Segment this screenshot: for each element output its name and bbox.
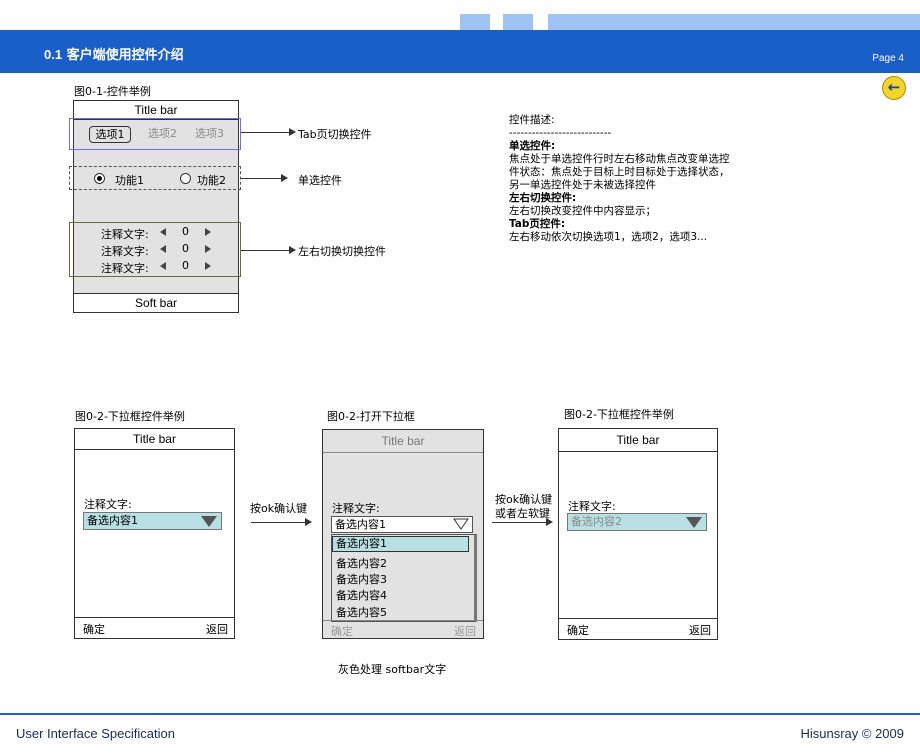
radio-dot: [97, 176, 102, 181]
arrowhead: [281, 174, 288, 182]
dropdown[interactable]: 备选内容2: [567, 513, 707, 531]
tab-heading: Tab页控件:: [509, 218, 566, 230]
phone-mockup: Title bar 注释文字: 备选内容1 确定 返回: [74, 428, 235, 639]
softkey-divider: [75, 617, 234, 618]
dropdown-option-selected[interactable]: 备选内容1: [332, 536, 469, 552]
left-arrow-icon[interactable]: [160, 262, 166, 270]
switch-heading: 左右切换控件:: [509, 192, 577, 204]
dropdown-arrow-icon[interactable]: [201, 516, 217, 527]
softkey-divider: [559, 618, 717, 619]
right-arrow-icon[interactable]: [205, 228, 211, 236]
dropdown-option[interactable]: 备选内容3: [336, 571, 387, 587]
dropdown-value: 备选内容1: [87, 514, 138, 527]
dropdown[interactable]: 备选内容1: [83, 512, 222, 530]
dropdown-option[interactable]: 备选内容4: [336, 587, 387, 603]
softkey-ok[interactable]: 确定: [331, 623, 353, 639]
figure-caption: 图0-2-下拉框控件举例: [564, 408, 674, 421]
softkey-back[interactable]: 返回: [454, 623, 476, 639]
section-number: 0.1: [44, 47, 63, 62]
switch-value: 0: [182, 259, 189, 272]
footer-right: Hisunsray © 2009: [800, 726, 904, 741]
figure-caption: 图0-2-下拉框控件举例: [75, 410, 185, 423]
phone-mockup: Title bar 注释文字: 备选内容2 确定 返回: [558, 428, 718, 640]
arrow-line: [241, 132, 291, 133]
section-title: 客户端使用控件介绍: [66, 48, 184, 63]
switch-value: 0: [182, 225, 189, 238]
title-bar: Title bar: [559, 429, 717, 452]
arrowhead: [289, 246, 296, 254]
title-bar: Title bar: [323, 430, 483, 453]
radio-label-1: 功能1: [115, 174, 144, 187]
description-divider: ---------------------------: [509, 127, 612, 139]
back-arrow-icon[interactable]: ←: [882, 76, 906, 100]
arrow-line: [492, 522, 547, 523]
arrow-line: [251, 522, 306, 523]
arrow-label: 按ok确认键: [250, 502, 308, 515]
dropdown-option[interactable]: 备选内容2: [336, 555, 387, 571]
left-arrow-icon[interactable]: [160, 228, 166, 236]
figure-caption: 图0-2-打开下拉框: [327, 410, 415, 423]
arrowhead: [546, 518, 553, 526]
softkey-ok[interactable]: 确定: [567, 622, 589, 638]
dropdown-value: 备选内容1: [335, 518, 386, 531]
soft-bar: Soft bar: [74, 293, 238, 312]
field-label: 注释文字:: [568, 500, 616, 513]
softkey-divider: [323, 620, 483, 621]
softkey-ok[interactable]: 确定: [83, 621, 105, 637]
radio-label-2: 功能2: [197, 174, 226, 187]
figure-caption: 图0-1-控件举例: [74, 85, 151, 98]
left-arrow-icon[interactable]: [160, 245, 166, 253]
dropdown-arrow-icon[interactable]: [453, 518, 469, 530]
switch-group-frame: [69, 222, 241, 277]
radio-heading: 单选控件:: [509, 140, 556, 152]
dropdown-option[interactable]: 备选内容5: [336, 604, 387, 620]
arrowhead: [289, 128, 296, 136]
radio-button-checked[interactable]: [94, 173, 105, 184]
page-title: 0.1 客户端使用控件介绍: [44, 44, 184, 63]
radio-text: 件状态：焦点处于目标上时目标处于选择状态，: [509, 166, 730, 178]
radio-text: 焦点处于单选控件行时左右移动焦点改变单选控: [509, 153, 730, 165]
arrowhead: [305, 518, 312, 526]
page-number: Page 4: [872, 53, 904, 64]
annotation-radio: 单选控件: [298, 174, 342, 187]
phone-mockup: Title bar 注释文字: 备选内容1 备选内容1 备选内容2 备选内容3 …: [322, 429, 484, 639]
softkey-back[interactable]: 返回: [689, 622, 711, 638]
annotation-switch: 左右切换切换控件: [298, 245, 386, 258]
field-label: 注释文字:: [332, 502, 380, 515]
description-title: 控件描述:: [509, 114, 555, 126]
gray-note: 灰色处理 softbar文字: [338, 663, 447, 676]
switch-value: 0: [182, 242, 189, 255]
footer-left: User Interface Specification: [16, 726, 175, 741]
switch-label: 注释文字:: [101, 245, 149, 258]
tab-3[interactable]: 选项3: [195, 125, 224, 141]
tab-1[interactable]: 选项1: [89, 126, 131, 143]
right-arrow-icon[interactable]: [205, 262, 211, 270]
dropdown-arrow-icon[interactable]: [686, 517, 702, 528]
softkey-back[interactable]: 返回: [206, 621, 228, 637]
radio-button[interactable]: [180, 173, 191, 184]
tab-2[interactable]: 选项2: [148, 125, 177, 141]
arrow-label: 或者左软键: [495, 507, 550, 520]
footer-rule: [0, 713, 920, 715]
tab-text: 左右移动依次切换选项1，选项2，选项3...: [509, 231, 708, 243]
right-arrow-icon[interactable]: [205, 245, 211, 253]
arrow-line: [241, 250, 291, 251]
field-label: 注释文字:: [84, 498, 132, 511]
arrow-line: [241, 178, 283, 179]
radio-text: 另一单选控件处于未被选择控件: [509, 179, 656, 191]
control-description: 控件描述: --------------------------- 单选控件: …: [509, 114, 769, 244]
switch-text: 左右切换改变控件中内容显示；: [509, 205, 656, 217]
switch-label: 注释文字:: [101, 262, 149, 275]
dropdown[interactable]: 备选内容1: [331, 516, 473, 533]
title-bar: Title bar: [75, 429, 234, 450]
dropdown-value: 备选内容2: [571, 515, 622, 528]
annotation-tab: Tab页切换控件: [298, 128, 372, 141]
switch-label: 注释文字:: [101, 228, 149, 241]
